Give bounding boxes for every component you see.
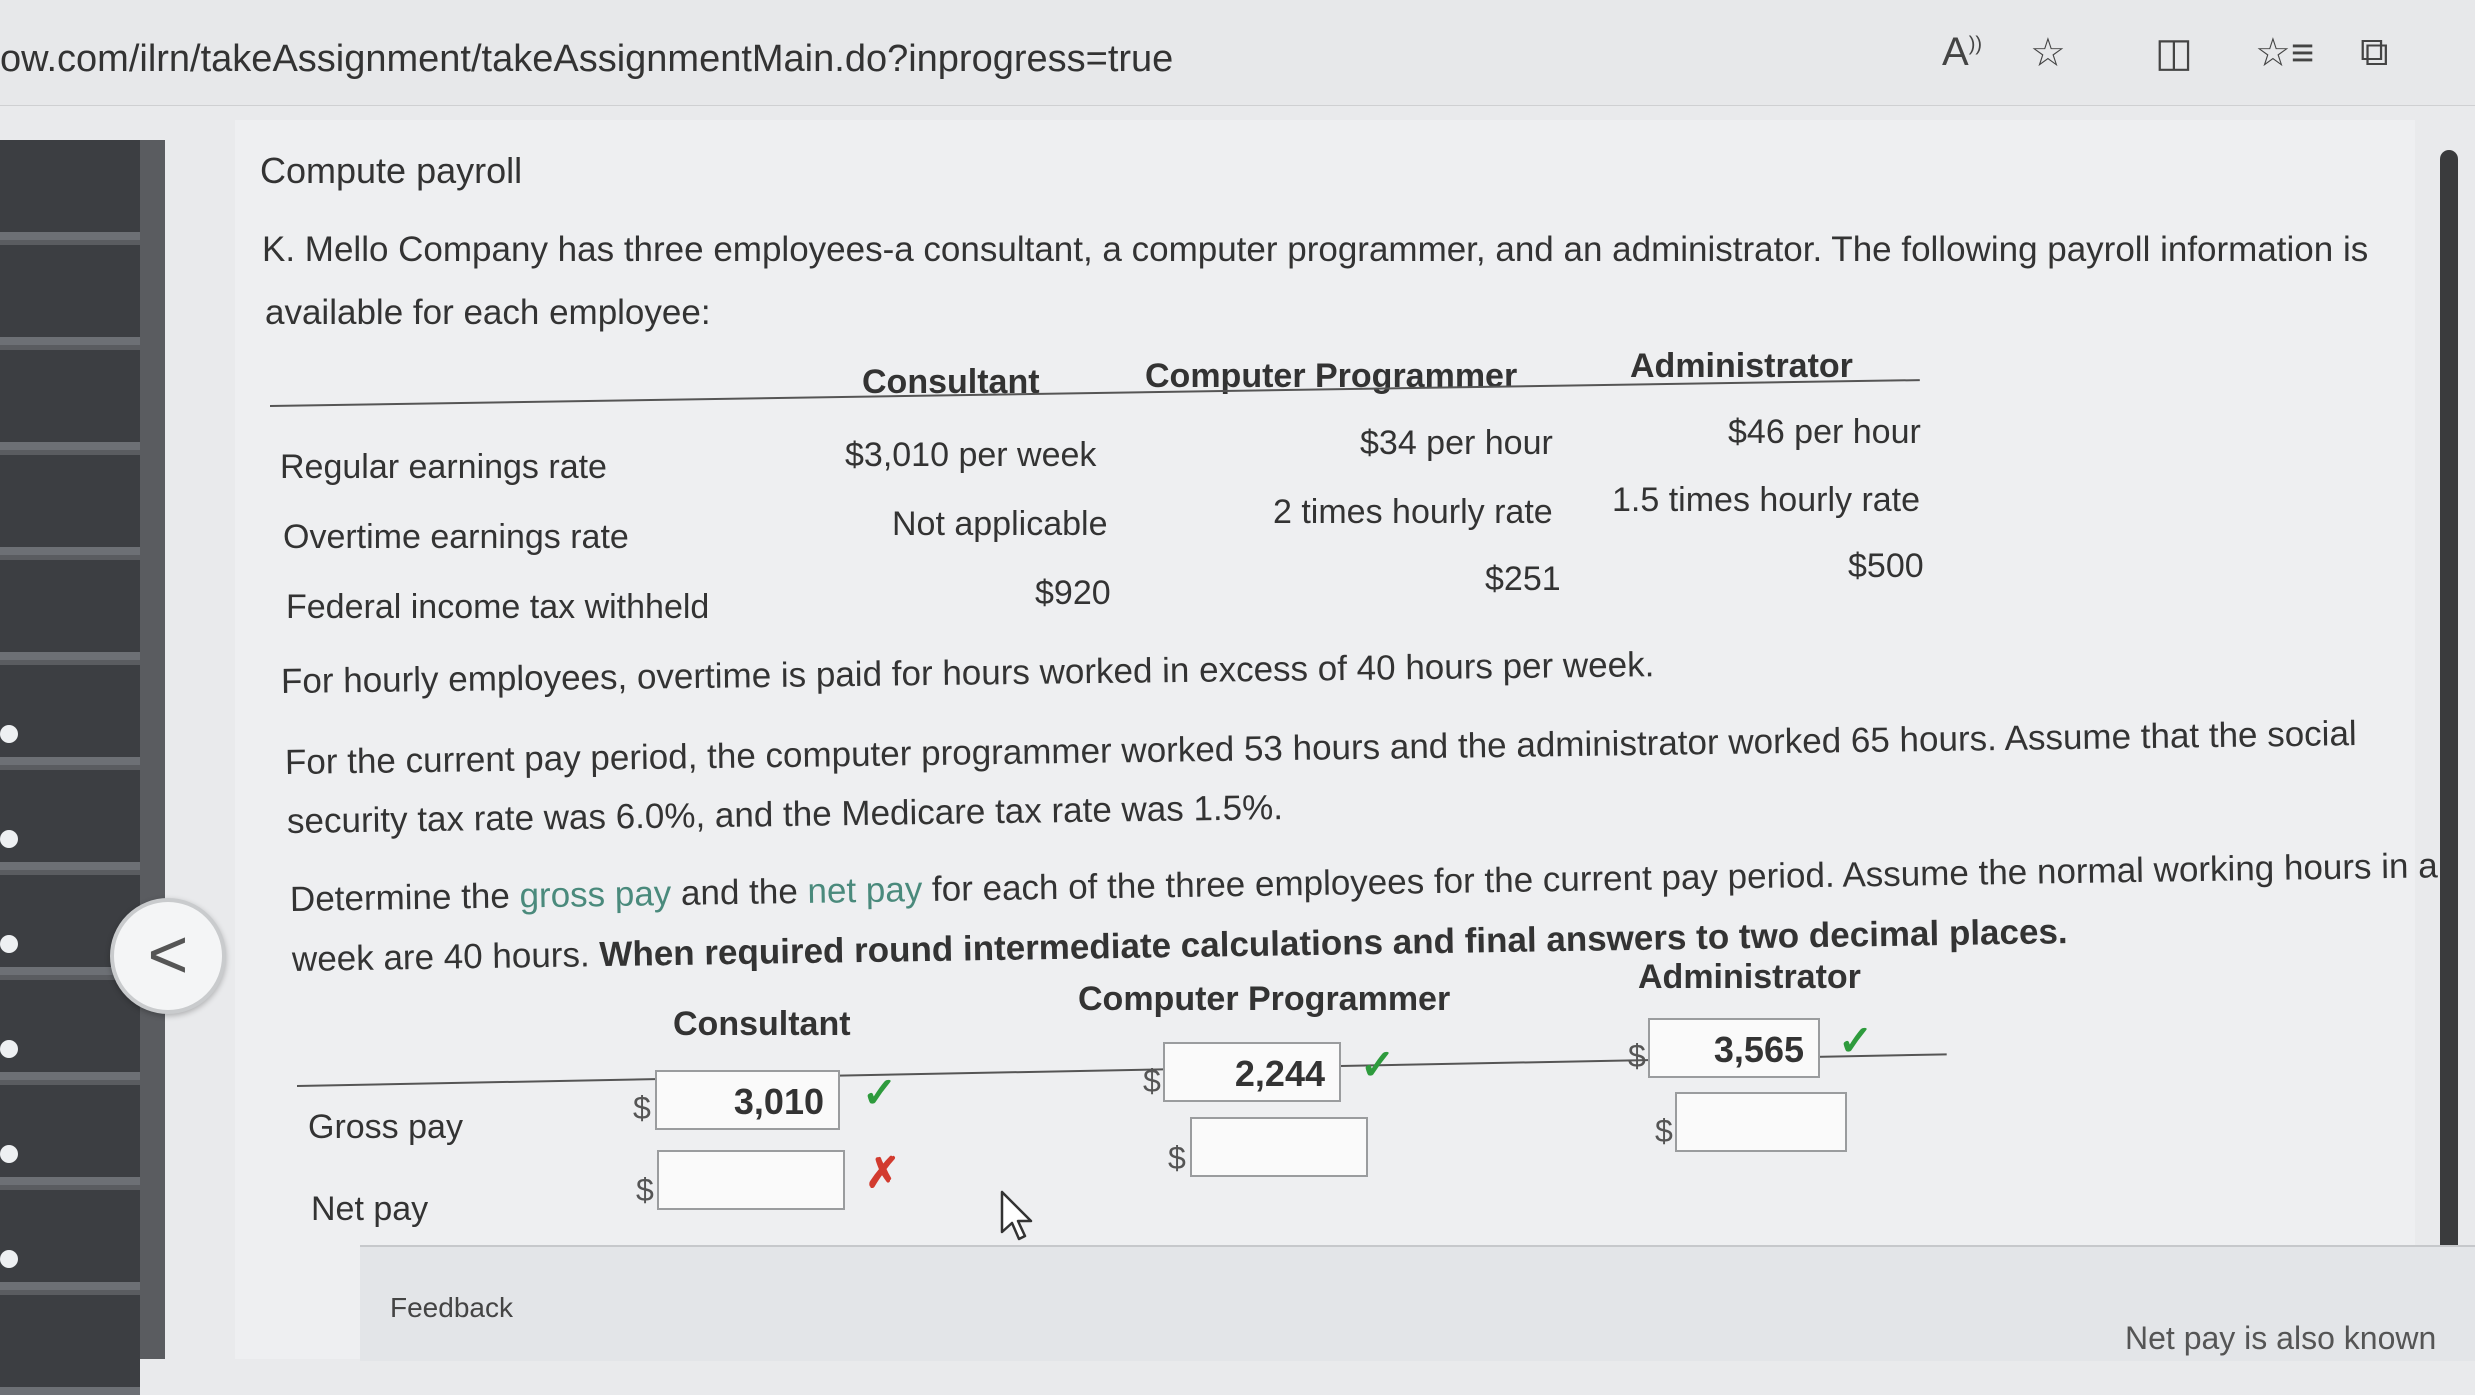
programmer-gross-pay-input[interactable]: 2,244 xyxy=(1163,1042,1341,1102)
nav-item[interactable] xyxy=(0,350,140,450)
currency-symbol: $ xyxy=(1168,1140,1186,1176)
status-dot xyxy=(0,935,18,953)
status-dot xyxy=(0,1145,18,1163)
currency-symbol: $ xyxy=(636,1172,654,1208)
cell-administrator-regular: $46 per hour xyxy=(1728,413,1921,451)
feedback-note: Net pay is also known xyxy=(2125,1320,2437,1356)
cell-consultant-regular: $3,010 per week xyxy=(845,436,1097,474)
answer-header-administrator: Administrator xyxy=(1638,958,1861,996)
correct-check-icon: ✓ xyxy=(1360,1041,1396,1088)
feedback-label: Feedback xyxy=(390,1292,513,1323)
nav-item[interactable] xyxy=(0,560,140,660)
currency-symbol: $ xyxy=(1143,1063,1161,1099)
favorites-list-icon[interactable]: ☆≡ xyxy=(2255,30,2314,76)
status-dot xyxy=(0,725,18,743)
currency-symbol: $ xyxy=(1655,1113,1673,1149)
gross-pay-label: Gross pay xyxy=(308,1108,463,1146)
currency-symbol: $ xyxy=(1628,1038,1646,1074)
cell-programmer-regular: $34 per hour xyxy=(1360,424,1553,462)
mouse-pointer-icon xyxy=(1000,1190,1033,1241)
row-label-overtime: Overtime earnings rate xyxy=(283,518,629,556)
url-text[interactable]: ow.com/ilrn/takeAssignment/takeAssignmen… xyxy=(0,38,1173,81)
collapse-panel-chevron-left-icon[interactable]: < xyxy=(110,898,226,1014)
read-aloud-icon[interactable]: A)) xyxy=(1942,30,1982,75)
net-pay-label: Net pay xyxy=(311,1190,429,1228)
nav-item[interactable] xyxy=(0,455,140,555)
problem-intro-line-2: available for each employee: xyxy=(265,293,711,332)
problem-title: Compute payroll xyxy=(260,150,523,191)
correct-check-icon: ✓ xyxy=(1838,1017,1874,1064)
consultant-gross-pay-input[interactable]: 3,010 xyxy=(655,1070,840,1130)
nav-item[interactable] xyxy=(0,1295,140,1395)
correct-check-icon: ✓ xyxy=(862,1069,898,1116)
answer-header-programmer: Computer Programmer xyxy=(1078,980,1451,1018)
cell-consultant-overtime: Not applicable xyxy=(892,505,1108,543)
favorite-star-icon[interactable]: ☆ xyxy=(2030,30,2066,76)
cell-administrator-fit: $500 xyxy=(1848,547,1924,585)
net-pay-term-link[interactable]: net pay xyxy=(807,870,922,911)
answer-header-consultant: Consultant xyxy=(673,1005,851,1043)
consultant-net-pay-input[interactable] xyxy=(657,1150,845,1210)
cell-administrator-overtime: 1.5 times hourly rate xyxy=(1612,481,1921,519)
nav-item[interactable] xyxy=(0,245,140,345)
status-dot xyxy=(0,1040,18,1058)
status-dot xyxy=(0,1250,18,1268)
collections-icon[interactable]: ⧉ xyxy=(2360,30,2389,75)
instruction-text: and the xyxy=(670,871,808,914)
currency-symbol: $ xyxy=(633,1090,651,1126)
problem-intro-line-1: K. Mello Company has three employees-a c… xyxy=(262,230,2369,269)
administrator-net-pay-input[interactable] xyxy=(1675,1092,1847,1152)
programmer-net-pay-input[interactable] xyxy=(1190,1117,1368,1177)
nav-item[interactable] xyxy=(0,140,140,240)
cell-programmer-overtime: 2 times hourly rate xyxy=(1273,493,1553,531)
cell-programmer-fit: $251 xyxy=(1485,560,1561,598)
nav-item[interactable] xyxy=(0,770,140,870)
instruction-text: Determine the xyxy=(289,876,520,919)
row-label-fit: Federal income tax withheld xyxy=(286,588,710,626)
split-screen-icon[interactable]: ◫ xyxy=(2155,30,2193,76)
status-dot xyxy=(0,830,18,848)
gross-pay-term-link[interactable]: gross pay xyxy=(519,874,671,915)
nav-item[interactable] xyxy=(0,665,140,765)
administrator-gross-pay-input[interactable]: 3,565 xyxy=(1648,1018,1820,1078)
row-label-regular: Regular earnings rate xyxy=(280,448,607,486)
left-question-nav xyxy=(0,140,165,1395)
incorrect-x-icon: ✗ xyxy=(865,1149,901,1196)
instruction-text: week are 40 hours. xyxy=(291,935,600,979)
browser-address-bar: ow.com/ilrn/takeAssignment/takeAssignmen… xyxy=(0,0,2475,106)
nav-item[interactable] xyxy=(0,1190,140,1290)
nav-item[interactable] xyxy=(0,1085,140,1185)
vertical-scrollbar[interactable] xyxy=(2440,150,2458,1359)
nav-item[interactable] xyxy=(0,980,140,1080)
cell-consultant-fit: $920 xyxy=(1035,574,1111,612)
